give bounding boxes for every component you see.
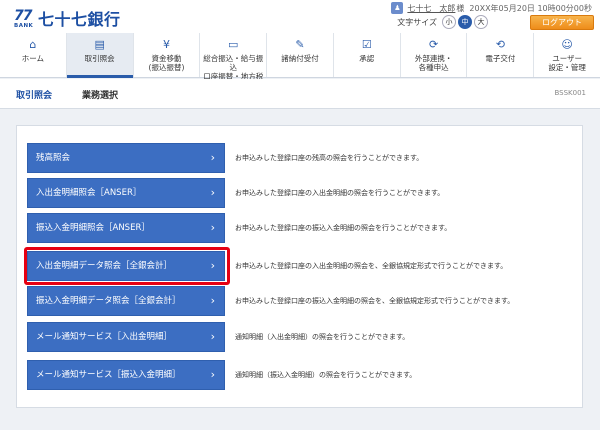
chevron-right-icon: › xyxy=(210,294,215,307)
nav-external-link[interactable]: ⟳ 外部連携・ 各種申込 xyxy=(399,33,467,77)
yen-icon: ¥ xyxy=(162,38,170,51)
menu-row: メール通知サービス［入出金明細］ › 通知明細（入出金明細）の照会を行うことがで… xyxy=(27,322,567,352)
bank-name: 七十七銀行 xyxy=(38,10,121,29)
link-icon: ⟳ xyxy=(428,38,439,51)
nav-approval-label: 承認 xyxy=(359,54,375,63)
menu-description: お申込みした登録口座の振込入金明細の照会を行うことができます。 xyxy=(235,224,452,232)
menu-button-label: 残高照会 xyxy=(36,153,71,163)
logout-button[interactable]: ログアウト xyxy=(530,15,594,30)
payment-icon: ✎ xyxy=(295,38,305,51)
menu-button-label: 入出金明細データ照会［全銀会計］ xyxy=(36,261,173,271)
logo-mark-icon: 77 BANK xyxy=(14,8,34,29)
user-settings-icon: ☺ xyxy=(561,38,573,51)
nav-approval[interactable]: ☑ 承認 xyxy=(332,33,400,77)
screen-id: BSSK001 xyxy=(554,89,586,97)
menu-row: 振込入金明細データ照会［全銀会計］ › お申込みした登録口座の振込入金明細の照会… xyxy=(27,286,567,316)
menu-row: 入出金明細データ照会［全銀会計］ › お申込みした登録口座の入出金明細の照会を、… xyxy=(24,247,567,285)
nav-user-settings-sublabel: 設定・管理 xyxy=(548,63,586,72)
user-honorific: 様 xyxy=(456,3,465,13)
mail-notify-deposit-withdrawal-button[interactable]: メール通知サービス［入出金明細］ › xyxy=(27,322,225,352)
menu-button-label: 入出金明細照会［ANSER］ xyxy=(36,188,142,198)
nav-tax-payment[interactable]: ✎ 諸納付受付 xyxy=(266,33,333,77)
chevron-right-icon: › xyxy=(210,368,215,381)
page-title: 業務選択 xyxy=(82,91,119,101)
header: 77 BANK 七十七銀行 ♟ 七十七 太郎 様 20XX年05月20日 10時… xyxy=(0,0,600,81)
chevron-right-icon: › xyxy=(210,151,215,164)
menu-button-label: 振込入金明細照会［ANSER］ xyxy=(36,223,150,233)
transfer-deposit-inquiry-button[interactable]: 振込入金明細照会［ANSER］ › xyxy=(27,213,225,243)
transfer-deposit-data-inquiry-button[interactable]: 振込入金明細データ照会［全銀会計］ › xyxy=(27,286,225,316)
nav-home-label: ホーム xyxy=(21,54,45,63)
mail-notify-transfer-deposit-button[interactable]: メール通知サービス［振込入金明細］ › xyxy=(27,360,225,390)
font-size-large-button[interactable]: 大 xyxy=(474,15,488,29)
delivery-icon: ⟲ xyxy=(495,38,505,51)
breadcrumb: 取引照会 業務選択 BSSK001 xyxy=(0,79,600,109)
breadcrumb-section: 取引照会 xyxy=(16,91,53,101)
nav-home[interactable]: ⌂ ホーム xyxy=(0,33,66,77)
balance-inquiry-button[interactable]: 残高照会 › xyxy=(27,143,225,173)
menu-description: 通知明細（振込入金明細）の照会を行うことができます。 xyxy=(235,371,417,379)
approval-icon: ☑ xyxy=(361,38,372,51)
user-info: ♟ 七十七 太郎 様 20XX年05月20日 10時00分00秒 xyxy=(391,2,592,14)
nav-fund-transfer-label: 資金移動 xyxy=(151,54,182,63)
font-size-small-button[interactable]: 小 xyxy=(442,15,456,29)
menu-description: お申込みした登録口座の入出金明細の照会を、全銀協規定形式で行うことができます。 xyxy=(235,262,508,270)
menu-row: 残高照会 › お申込みした登録口座の残高の照会を行うことができます。 xyxy=(27,143,567,173)
nav-bulk-transfer[interactable]: ▭ 総合振込・給与振込 口座振替・地方税 xyxy=(199,33,266,81)
user-icon: ♟ xyxy=(391,2,404,14)
global-nav: ⌂ ホーム ▤ 取引照会 ¥ 資金移動 (振込振替) ▭ 総合振込・給与振込 口… xyxy=(0,33,600,81)
menu-description: お申込みした登録口座の振込入金明細の照会を、全銀協規定形式で行うことができます。 xyxy=(235,297,515,305)
menu-panel: 残高照会 › お申込みした登録口座の残高の照会を行うことができます。 入出金明細… xyxy=(16,125,583,408)
chevron-right-icon: › xyxy=(210,186,215,199)
deposit-withdrawal-data-inquiry-button[interactable]: 入出金明細データ照会［全銀会計］ › xyxy=(27,251,225,281)
menu-button-label: 振込入金明細データ照会［全銀会計］ xyxy=(36,296,181,306)
font-size-control: 文字サイズ 小 中 大 xyxy=(397,15,488,29)
menu-row: 振込入金明細照会［ANSER］ › お申込みした登録口座の振込入金明細の照会を行… xyxy=(27,213,567,243)
nav-transaction-inquiry[interactable]: ▤ 取引照会 xyxy=(65,33,133,78)
chevron-right-icon: › xyxy=(210,259,215,272)
nav-user-settings-label: ユーザー xyxy=(552,54,583,63)
nav-fund-transfer[interactable]: ¥ 資金移動 (振込振替) xyxy=(132,33,200,77)
deposit-withdrawal-inquiry-button[interactable]: 入出金明細照会［ANSER］ › xyxy=(27,178,225,208)
bank-logo[interactable]: 77 BANK 七十七銀行 xyxy=(14,9,121,33)
nav-user-settings[interactable]: ☺ ユーザー 設定・管理 xyxy=(533,33,600,77)
nav-tax-payment-label: 諸納付受付 xyxy=(281,54,319,63)
font-size-medium-button[interactable]: 中 xyxy=(458,15,472,29)
menu-description: お申込みした登録口座の入出金明細の照会を行うことができます。 xyxy=(235,189,445,197)
home-icon: ⌂ xyxy=(29,38,37,51)
menu-button-label: メール通知サービス［入出金明細］ xyxy=(36,332,173,342)
nav-external-link-label: 外部連携・ xyxy=(414,54,453,63)
menu-description: お申込みした登録口座の残高の照会を行うことができます。 xyxy=(235,154,424,162)
user-name[interactable]: 七十七 太郎 xyxy=(407,3,455,14)
menu-description: 通知明細（入出金明細）の照会を行うことができます。 xyxy=(235,333,410,341)
nav-transaction-inquiry-label: 取引照会 xyxy=(84,54,115,63)
nav-external-link-sublabel: 各種申込 xyxy=(418,63,449,72)
chevron-right-icon: › xyxy=(210,330,215,343)
nav-electronic-delivery-label: 電子交付 xyxy=(485,54,516,63)
chevron-right-icon: › xyxy=(210,221,215,234)
document-icon: ▤ xyxy=(94,38,105,51)
nav-bulk-transfer-label: 総合振込・給与振込 xyxy=(203,54,264,72)
menu-row: メール通知サービス［振込入金明細］ › 通知明細（振込入金明細）の照会を行うこと… xyxy=(27,360,567,390)
nav-electronic-delivery[interactable]: ⟲ 電子交付 xyxy=(466,33,533,77)
login-datetime: 20XX年05月20日 10時00分00秒 xyxy=(469,3,592,13)
font-size-label: 文字サイズ xyxy=(397,17,437,27)
nav-fund-transfer-sublabel: (振込振替) xyxy=(148,63,185,72)
menu-button-label: メール通知サービス［振込入金明細］ xyxy=(36,370,181,380)
menu-row: 入出金明細照会［ANSER］ › お申込みした登録口座の入出金明細の照会を行うこ… xyxy=(27,178,567,208)
card-icon: ▭ xyxy=(228,38,239,51)
